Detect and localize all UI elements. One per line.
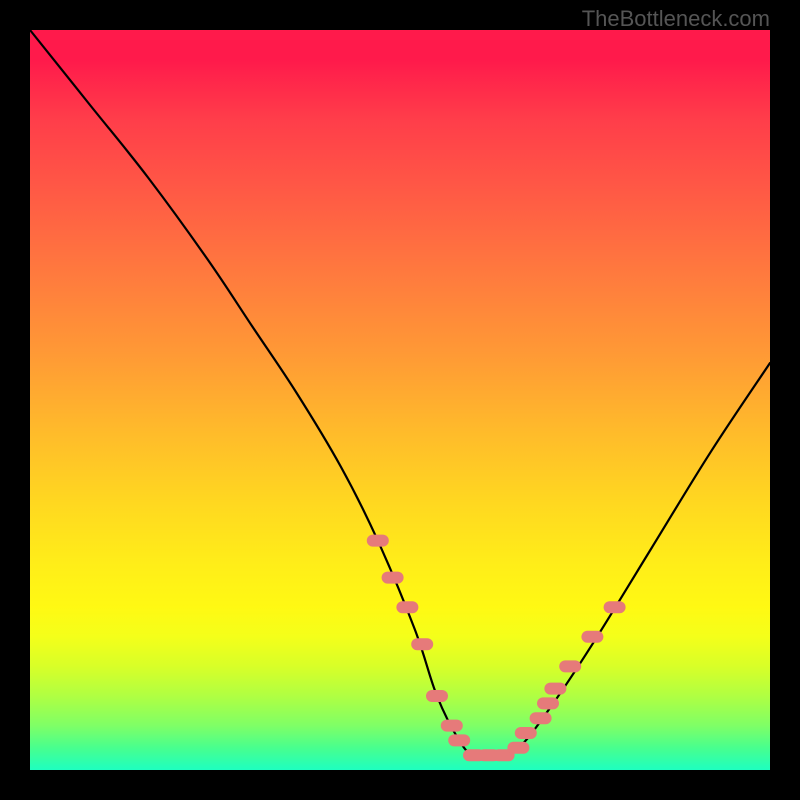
marker-dot	[515, 727, 537, 739]
marker-dot	[537, 697, 559, 709]
marker-group	[367, 535, 626, 762]
marker-dot	[507, 742, 529, 754]
watermark-text: TheBottleneck.com	[582, 6, 770, 32]
marker-dot	[411, 638, 433, 650]
marker-dot	[396, 601, 418, 613]
marker-dot	[382, 572, 404, 584]
marker-dot	[604, 601, 626, 613]
chart-svg	[30, 30, 770, 770]
bottleneck-curve	[30, 30, 770, 757]
marker-dot	[367, 535, 389, 547]
marker-dot	[581, 631, 603, 643]
marker-dot	[530, 712, 552, 724]
plot-area	[30, 30, 770, 770]
marker-dot	[441, 720, 463, 732]
marker-dot	[426, 690, 448, 702]
marker-dot	[448, 734, 470, 746]
marker-dot	[559, 660, 581, 672]
chart-container: TheBottleneck.com	[0, 0, 800, 800]
marker-dot	[544, 683, 566, 695]
